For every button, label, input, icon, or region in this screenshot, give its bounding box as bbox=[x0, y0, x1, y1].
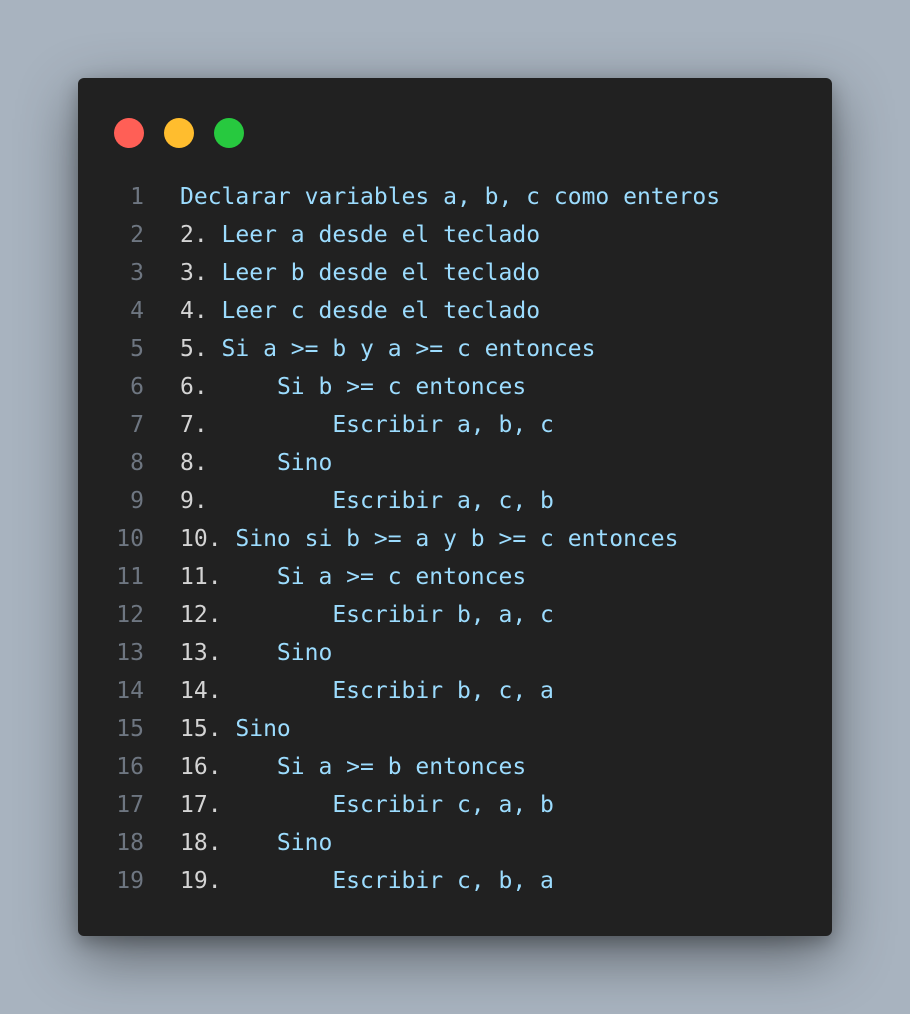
line-text: Escribir b, a, c bbox=[221, 602, 554, 628]
line-number: 19 bbox=[116, 868, 144, 894]
line-number: 8 bbox=[130, 450, 144, 476]
code-line: 6 6. Si b >= c entonces bbox=[78, 368, 832, 406]
line-content: 5. Si a >= b y a >= c entonces bbox=[180, 330, 595, 368]
code-line: 4 4. Leer c desde el teclado bbox=[78, 292, 832, 330]
line-content: 6. Si b >= c entonces bbox=[180, 368, 526, 406]
code-line: 1 Declarar variables a, b, c como enteros bbox=[78, 178, 832, 216]
line-text: Escribir a, b, c bbox=[207, 412, 554, 438]
code-line: 9 9. Escribir a, c, b bbox=[78, 482, 832, 520]
list-number: 12. bbox=[180, 602, 222, 628]
list-number: 7. bbox=[180, 412, 208, 438]
code-line: 11 11. Si a >= c entonces bbox=[78, 558, 832, 596]
line-content: 3. Leer b desde el teclado bbox=[180, 254, 540, 292]
line-number: 16 bbox=[116, 754, 144, 780]
line-content: 2. Leer a desde el teclado bbox=[180, 216, 540, 254]
line-content: 8. Sino bbox=[180, 444, 332, 482]
line-number: 18 bbox=[116, 830, 144, 856]
code-line: 7 7. Escribir a, b, c bbox=[78, 406, 832, 444]
line-content: 11. Si a >= c entonces bbox=[180, 558, 526, 596]
list-number: 8. bbox=[180, 450, 208, 476]
line-number: 15 bbox=[116, 716, 144, 742]
code-line: 10 10. Sino si b >= a y b >= c entonces bbox=[78, 520, 832, 558]
code-line: 13 13. Sino bbox=[78, 634, 832, 672]
line-number: 3 bbox=[130, 260, 144, 286]
line-text: Si a >= b entonces bbox=[221, 754, 527, 780]
line-text: Sino bbox=[221, 830, 333, 856]
line-text: Leer a desde el teclado bbox=[207, 222, 541, 248]
line-content: 13. Sino bbox=[180, 634, 332, 672]
line-text: Sino bbox=[221, 716, 291, 742]
line-text: Sino bbox=[207, 450, 333, 476]
list-number: 4. bbox=[180, 298, 208, 324]
list-number: 11. bbox=[180, 564, 222, 590]
line-content: 18. Sino bbox=[180, 824, 332, 862]
line-text: Declarar variables a, b, c como enteros bbox=[180, 184, 721, 210]
list-number: 9. bbox=[180, 488, 208, 514]
line-number: 1 bbox=[130, 184, 144, 210]
code-line: 19 19. Escribir c, b, a bbox=[78, 862, 832, 900]
list-number: 6. bbox=[180, 374, 208, 400]
line-number: 10 bbox=[116, 526, 144, 552]
code-line: 14 14. Escribir b, c, a bbox=[78, 672, 832, 710]
code-line: 12 12. Escribir b, a, c bbox=[78, 596, 832, 634]
line-number: 14 bbox=[116, 678, 144, 704]
list-number: 10. bbox=[180, 526, 222, 552]
line-number: 4 bbox=[130, 298, 144, 324]
list-number: 16. bbox=[180, 754, 222, 780]
line-content: 10. Sino si b >= a y b >= c entonces bbox=[180, 520, 679, 558]
code-line: 5 5. Si a >= b y a >= c entonces bbox=[78, 330, 832, 368]
line-number: 9 bbox=[130, 488, 144, 514]
line-number: 5 bbox=[130, 336, 144, 362]
line-text: Escribir c, b, a bbox=[221, 868, 554, 894]
code-window: 1 Declarar variables a, b, c como enteros… bbox=[78, 78, 832, 936]
list-number: 17. bbox=[180, 792, 222, 818]
minimize-dot-icon[interactable] bbox=[164, 118, 194, 148]
line-number: 12 bbox=[116, 602, 144, 628]
line-content: 15. Sino bbox=[180, 710, 291, 748]
line-content: 4. Leer c desde el teclado bbox=[180, 292, 540, 330]
line-content: 16. Si a >= b entonces bbox=[180, 748, 526, 786]
list-number: 2. bbox=[180, 222, 208, 248]
code-line: 2 2. Leer a desde el teclado bbox=[78, 216, 832, 254]
code-block: 1 Declarar variables a, b, c como enteros… bbox=[78, 178, 832, 900]
line-number: 17 bbox=[116, 792, 144, 818]
code-line: 18 18. Sino bbox=[78, 824, 832, 862]
line-number: 13 bbox=[116, 640, 144, 666]
line-number: 2 bbox=[130, 222, 144, 248]
line-content: 9. Escribir a, c, b bbox=[180, 482, 554, 520]
line-content: 17. Escribir c, a, b bbox=[180, 786, 554, 824]
line-text: Escribir a, c, b bbox=[207, 488, 554, 514]
code-line: 8 8. Sino bbox=[78, 444, 832, 482]
line-content: 19. Escribir c, b, a bbox=[180, 862, 554, 900]
line-text: Si a >= c entonces bbox=[221, 564, 527, 590]
line-text: Leer b desde el teclado bbox=[207, 260, 541, 286]
line-text: Si a >= b y a >= c entonces bbox=[207, 336, 596, 362]
list-number: 19. bbox=[180, 868, 222, 894]
line-text: Sino si b >= a y b >= c entonces bbox=[221, 526, 679, 552]
line-number: 7 bbox=[130, 412, 144, 438]
list-number: 13. bbox=[180, 640, 222, 666]
list-number: 15. bbox=[180, 716, 222, 742]
line-content: 14. Escribir b, c, a bbox=[180, 672, 554, 710]
line-text: Sino bbox=[221, 640, 333, 666]
maximize-dot-icon[interactable] bbox=[214, 118, 244, 148]
line-number: 11 bbox=[116, 564, 144, 590]
line-text: Leer c desde el teclado bbox=[207, 298, 541, 324]
code-line: 16 16. Si a >= b entonces bbox=[78, 748, 832, 786]
line-text: Escribir b, c, a bbox=[221, 678, 554, 704]
list-number: 18. bbox=[180, 830, 222, 856]
line-text: Si b >= c entonces bbox=[207, 374, 527, 400]
code-line: 15 15. Sino bbox=[78, 710, 832, 748]
list-number: 3. bbox=[180, 260, 208, 286]
line-text: Escribir c, a, b bbox=[221, 792, 554, 818]
code-line: 3 3. Leer b desde el teclado bbox=[78, 254, 832, 292]
list-number: 5. bbox=[180, 336, 208, 362]
list-number: 14. bbox=[180, 678, 222, 704]
line-number: 6 bbox=[130, 374, 144, 400]
line-content: Declarar variables a, b, c como enteros bbox=[180, 178, 720, 216]
line-content: 7. Escribir a, b, c bbox=[180, 406, 554, 444]
close-dot-icon[interactable] bbox=[114, 118, 144, 148]
line-content: 12. Escribir b, a, c bbox=[180, 596, 554, 634]
code-line: 17 17. Escribir c, a, b bbox=[78, 786, 832, 824]
